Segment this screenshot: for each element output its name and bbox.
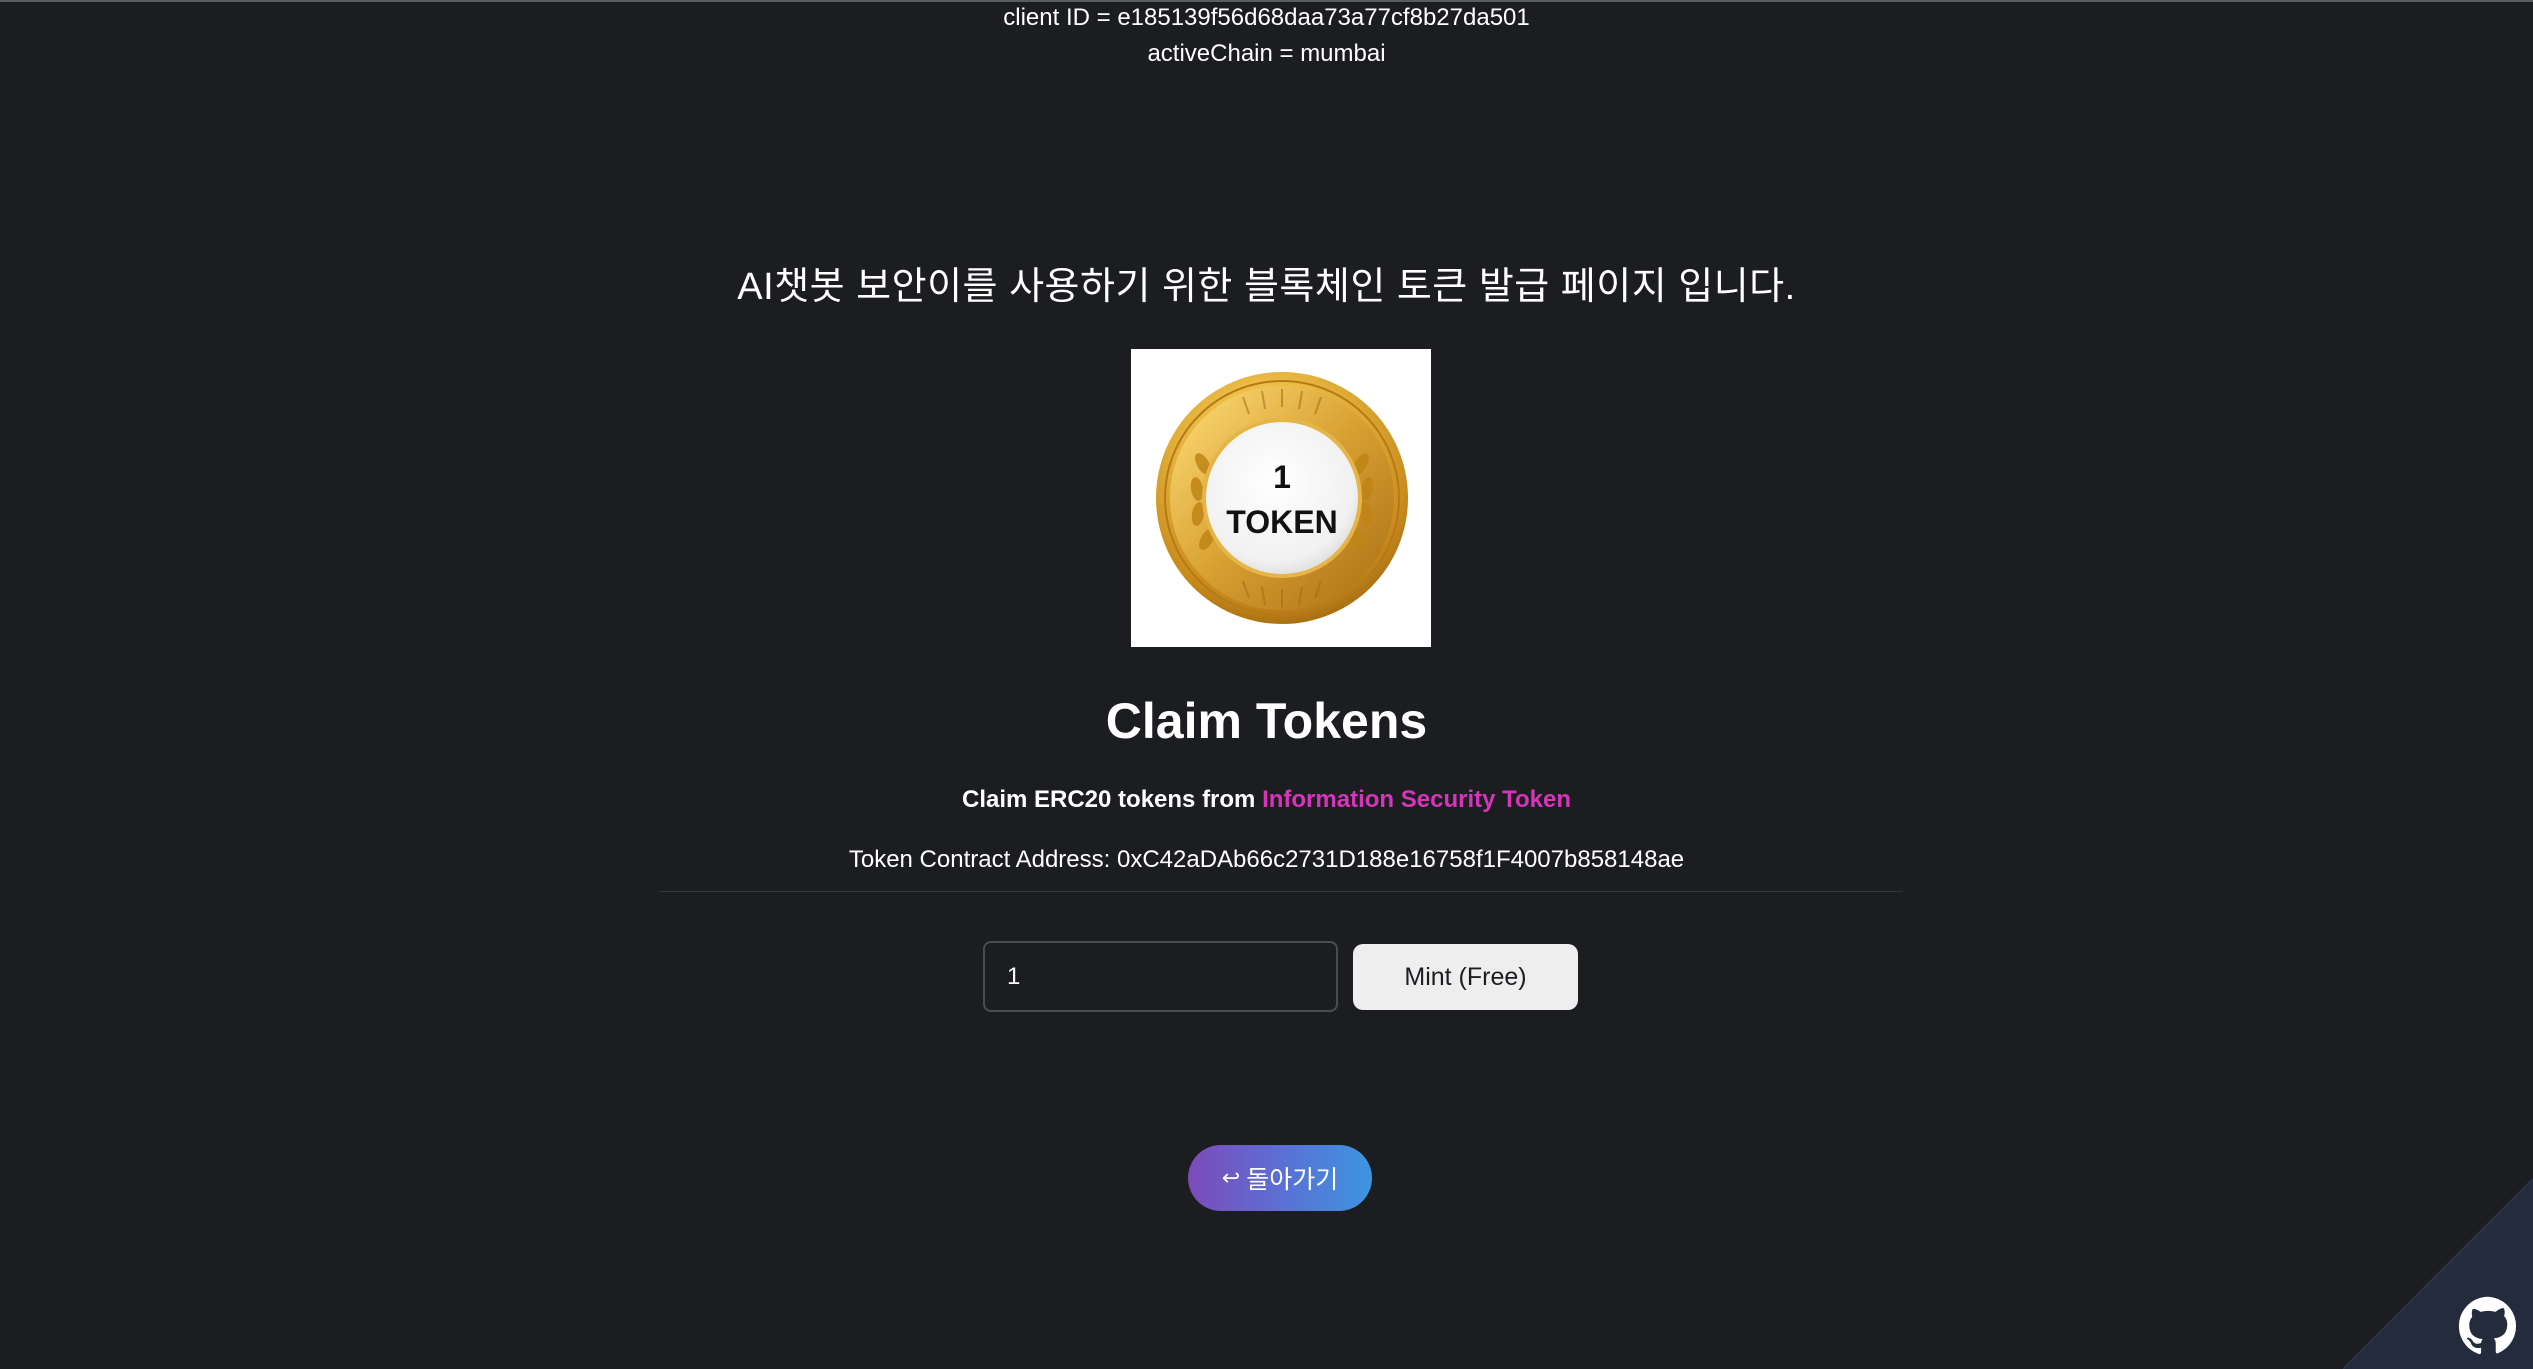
coin-label: TOKEN <box>1226 504 1337 540</box>
coin-number: 1 <box>1273 459 1291 495</box>
page-heading: AI챗봇 보안이를 사용하기 위한 블록체인 토큰 발급 페이지 입니다. <box>737 266 1796 308</box>
divider <box>659 891 1903 892</box>
back-button-label: 돌아가기 <box>1246 1166 1339 1194</box>
claim-prefix: Claim ERC20 tokens from <box>961 786 1263 813</box>
claim-title: Claim Tokens <box>1105 693 1428 749</box>
mint-button[interactable]: Mint (Free) <box>1353 944 1578 1010</box>
quantity-input[interactable] <box>983 941 1338 1012</box>
token-name-link[interactable]: Information Security Token <box>1262 786 1571 813</box>
contract-address: Token Contract Address: 0xC42aDAb66c2731… <box>848 846 1685 873</box>
active-chain-text: activeChain = mumbai <box>1147 40 1386 67</box>
github-corner[interactable] <box>2343 1179 2533 1369</box>
return-arrow-icon: ↩ <box>1221 1165 1241 1190</box>
top-border <box>0 0 2533 2</box>
back-button[interactable]: ↩ 돌아가기 <box>1188 1145 1372 1211</box>
claim-subtitle: Claim ERC20 tokens from Information Secu… <box>0 786 2533 814</box>
token-coin-image: 1 TOKEN <box>1131 349 1431 647</box>
gold-coin-icon: 1 TOKEN <box>1156 372 1408 624</box>
token-claim-page: client ID = e185139f56d68daa73a77cf8b27d… <box>0 0 2533 1369</box>
client-id-text: client ID = e185139f56d68daa73a77cf8b27d… <box>1003 4 1530 31</box>
